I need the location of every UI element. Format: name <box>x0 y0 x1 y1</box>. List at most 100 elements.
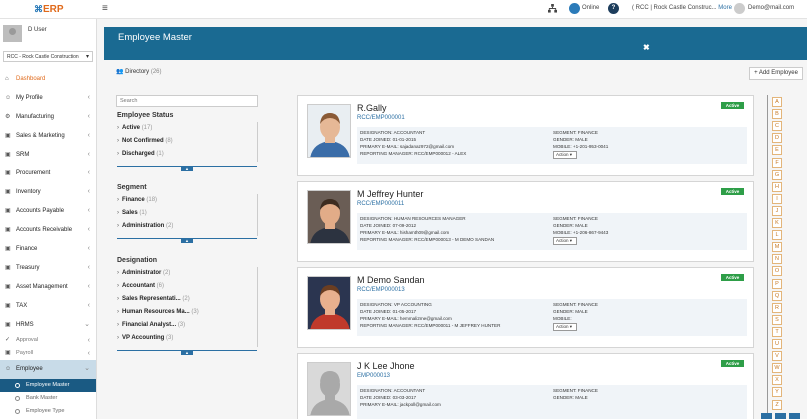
sidebar-item[interactable]: ▣ TAX ‹ <box>0 297 96 316</box>
filter-item[interactable]: › Financial Analyst... (3) <box>117 322 185 328</box>
add-employee-button[interactable]: + Add Employee <box>749 67 803 80</box>
company-select[interactable]: RCC - Rock Castle Construction ▾ <box>3 51 93 62</box>
alphabet-letter[interactable]: O <box>772 266 782 277</box>
employee-name[interactable]: M Demo Sandan <box>357 275 425 285</box>
alphabet-letter[interactable]: P <box>772 278 782 289</box>
sidebar-item-label: HRMS <box>16 321 34 328</box>
sidebar-item-label: Approval <box>16 337 39 344</box>
sidebar-item[interactable]: ▣ HRMS ⌄ <box>0 316 96 335</box>
alphabet-letter[interactable]: X <box>772 375 782 386</box>
detail-segment: SEGMENT: FINANCE <box>553 130 598 135</box>
help-icon[interactable]: ? <box>608 3 619 14</box>
collapse-toggle[interactable]: ▲ <box>181 239 193 243</box>
filter-item[interactable]: › Active (17) <box>117 125 152 131</box>
collapse-toggle[interactable]: ▲ <box>181 351 193 355</box>
sidebar-item[interactable]: ✓ Approval ‹ <box>0 334 96 347</box>
alphabet-letter[interactable]: U <box>772 339 782 349</box>
employee-name[interactable]: R.Gally <box>357 103 387 113</box>
employee-code[interactable]: RCC/EMP000001 <box>357 115 405 121</box>
sidebar-item[interactable]: ▣ Accounts Receivable ‹ <box>0 221 96 240</box>
employee-card[interactable]: J K Lee Jhone EMP000013 Active DESIGNATION:… <box>297 353 754 419</box>
directory-tab[interactable]: 👥 Directory (26) <box>116 68 162 75</box>
more-link[interactable]: More <box>718 5 732 11</box>
company-switcher[interactable]: ( RCC | Rock Castle Construc... More <box>632 5 732 11</box>
collapse-toggle[interactable]: ▲ <box>181 167 193 171</box>
employee-name[interactable]: M Jeffrey Hunter <box>357 189 423 199</box>
sidebar-item[interactable]: ⚙ Manufacturing ‹ <box>0 108 96 127</box>
filter-item[interactable]: › VP Accounting (3) <box>117 335 173 341</box>
filter-item[interactable]: › Not Confirmed (8) <box>117 138 173 144</box>
filter-item[interactable]: › Finance (18) <box>117 197 157 203</box>
action-dropdown[interactable]: Action ▾ <box>553 237 577 245</box>
sidebar-item[interactable]: ▣ Asset Management ‹ <box>0 278 96 297</box>
alphabet-letter[interactable]: R <box>772 302 782 313</box>
sidebar-item[interactable]: ▣ Accounts Payable ‹ <box>0 202 96 221</box>
sidebar-item[interactable]: ▣ Inventory ‹ <box>0 183 96 202</box>
alphabet-letter[interactable]: D <box>772 133 782 144</box>
sidebar-item[interactable]: ▣ Payroll ‹ <box>0 347 96 360</box>
filter-item[interactable]: › Accountant (6) <box>117 283 164 289</box>
alphabet-letter[interactable]: S <box>772 314 782 325</box>
alphabet-letter[interactable]: W <box>772 363 782 374</box>
pager-next[interactable] <box>789 413 800 419</box>
filter-item[interactable]: › Human Resources Ma... (3) <box>117 309 199 315</box>
employee-name[interactable]: J K Lee Jhone <box>357 361 415 371</box>
sidebar-item[interactable]: Bank Master <box>0 392 96 405</box>
circle-icon <box>15 409 20 415</box>
filter-item[interactable]: › Administrator (2) <box>117 270 170 276</box>
employee-card[interactable]: R.Gally RCC/EMP000001 Active DESIGNATION: A… <box>297 95 754 176</box>
sidebar-item[interactable]: ▣ Treasury ‹ <box>0 259 96 278</box>
alphabet-letter[interactable]: F <box>772 157 782 168</box>
alphabet-letter[interactable]: G <box>772 169 782 180</box>
filter-item-count: (3) <box>166 335 174 341</box>
alphabet-letter[interactable]: L <box>772 230 782 241</box>
alphabet-letter[interactable]: J <box>772 205 782 216</box>
alphabet-letter[interactable]: T <box>772 326 782 337</box>
page-title: Employee Master <box>118 32 192 43</box>
user-avatar-icon[interactable] <box>734 3 745 14</box>
alphabet-letter[interactable]: N <box>772 254 782 265</box>
search-input[interactable] <box>116 95 258 107</box>
filter-item[interactable]: › Administration (2) <box>117 223 173 229</box>
sidebar-item-label: My Profile <box>16 94 43 101</box>
alphabet-letter[interactable]: H <box>772 181 782 192</box>
circle-icon <box>15 396 20 402</box>
employee-card[interactable]: M Jeffrey Hunter RCC/EMP000011 Active DESIG… <box>297 181 754 262</box>
filter-item[interactable]: › Discharged (1) <box>117 151 164 157</box>
pager-page[interactable] <box>775 413 786 419</box>
sitemap-icon[interactable] <box>548 4 557 15</box>
alphabet-letter[interactable]: A <box>772 97 782 107</box>
action-dropdown[interactable]: Action ▾ <box>553 151 577 159</box>
user-email[interactable]: Demo@mail.com <box>748 5 794 11</box>
pager-prev[interactable] <box>761 413 772 419</box>
alphabet-letter[interactable]: C <box>772 121 782 132</box>
alphabet-letter[interactable]: E <box>772 145 782 156</box>
menu-toggle-icon[interactable]: ≡ <box>102 3 108 14</box>
sidebar-item[interactable]: ▣ Finance ‹ <box>0 240 96 259</box>
alphabet-letter[interactable]: V <box>772 351 782 362</box>
alphabet-letter[interactable]: Q <box>772 290 782 301</box>
app-logo[interactable]: ⌘ERP <box>34 4 64 15</box>
alphabet-letter[interactable]: Y <box>772 387 782 398</box>
sidebar-item[interactable]: ☺ My Profile ‹ <box>0 89 96 108</box>
sidebar-item[interactable]: Employee Master <box>0 379 96 393</box>
filter-item[interactable]: › Sales Representati... (2) <box>117 296 190 302</box>
close-icon[interactable]: ✖ <box>643 43 650 52</box>
sidebar-item[interactable]: ▣ Procurement ‹ <box>0 164 96 183</box>
alphabet-letter[interactable]: Z <box>772 399 782 410</box>
alphabet-letter[interactable]: I <box>772 193 782 204</box>
alphabet-letter[interactable]: B <box>772 109 782 120</box>
sidebar-item[interactable]: ▣ SRM ‹ <box>0 146 96 165</box>
alphabet-letter[interactable]: K <box>772 218 782 228</box>
employee-code[interactable]: RCC/EMP000011 <box>357 201 404 207</box>
action-dropdown[interactable]: Action ▾ <box>553 323 577 331</box>
sidebar-item[interactable]: Employee Type <box>0 405 96 418</box>
sidebar-item[interactable]: ⌂ Dashboard <box>0 70 96 89</box>
filter-item[interactable]: › Sales (1) <box>117 210 147 216</box>
sidebar-item[interactable]: ▣ Sales & Marketing ‹ <box>0 127 96 146</box>
employee-card[interactable]: M Demo Sandan RCC/EMP000013 Active DESIGNAT… <box>297 267 754 348</box>
employee-code[interactable]: EMP000013 <box>357 373 390 379</box>
alphabet-letter[interactable]: M <box>772 242 782 253</box>
employee-code[interactable]: RCC/EMP000013 <box>357 287 405 293</box>
sidebar-item[interactable]: ☺ Employee ⌄ <box>0 360 96 380</box>
